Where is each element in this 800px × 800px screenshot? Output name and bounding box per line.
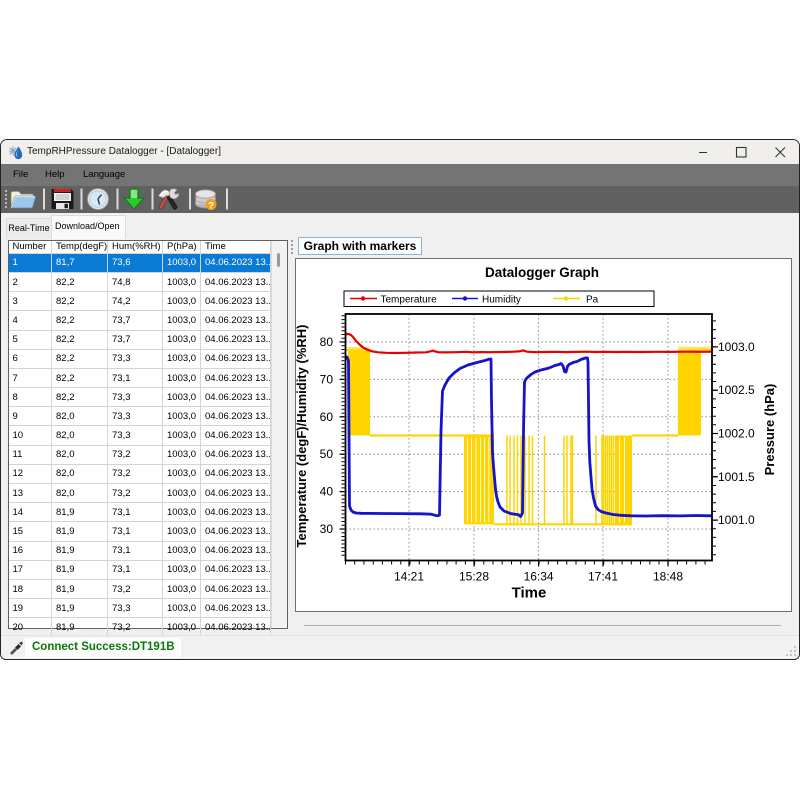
svg-text:60: 60: [320, 409, 334, 423]
svg-text:1001.5: 1001.5: [718, 469, 755, 483]
svg-text:70: 70: [320, 372, 334, 386]
svg-text:15:28: 15:28: [459, 569, 489, 583]
svg-text:40: 40: [320, 484, 334, 498]
svg-text:Time: Time: [512, 584, 547, 601]
svg-text:1001.0: 1001.0: [718, 513, 755, 527]
svg-text:16:34: 16:34: [524, 569, 554, 583]
svg-text:Datalogger Graph: Datalogger Graph: [485, 265, 599, 280]
svg-text:Temperature: Temperature: [381, 294, 438, 305]
svg-text:1002.0: 1002.0: [718, 426, 755, 440]
svg-text:Temperature (degF)/Humidity (%: Temperature (degF)/Humidity (%RH): [296, 324, 309, 547]
svg-text:30: 30: [320, 522, 334, 536]
svg-text:Pa: Pa: [586, 294, 599, 305]
svg-text:50: 50: [320, 447, 334, 461]
svg-text:1003.0: 1003.0: [718, 339, 755, 353]
svg-text:14:21: 14:21: [394, 569, 424, 583]
svg-text:Humidity: Humidity: [482, 294, 521, 305]
svg-text:Pressure (hPa): Pressure (hPa): [762, 383, 777, 475]
svg-text:17:41: 17:41: [588, 569, 618, 583]
svg-text:1002.5: 1002.5: [718, 383, 755, 397]
svg-text:?: ?: [208, 201, 214, 212]
svg-text:18:48: 18:48: [653, 569, 683, 583]
svg-text:80: 80: [320, 335, 334, 349]
